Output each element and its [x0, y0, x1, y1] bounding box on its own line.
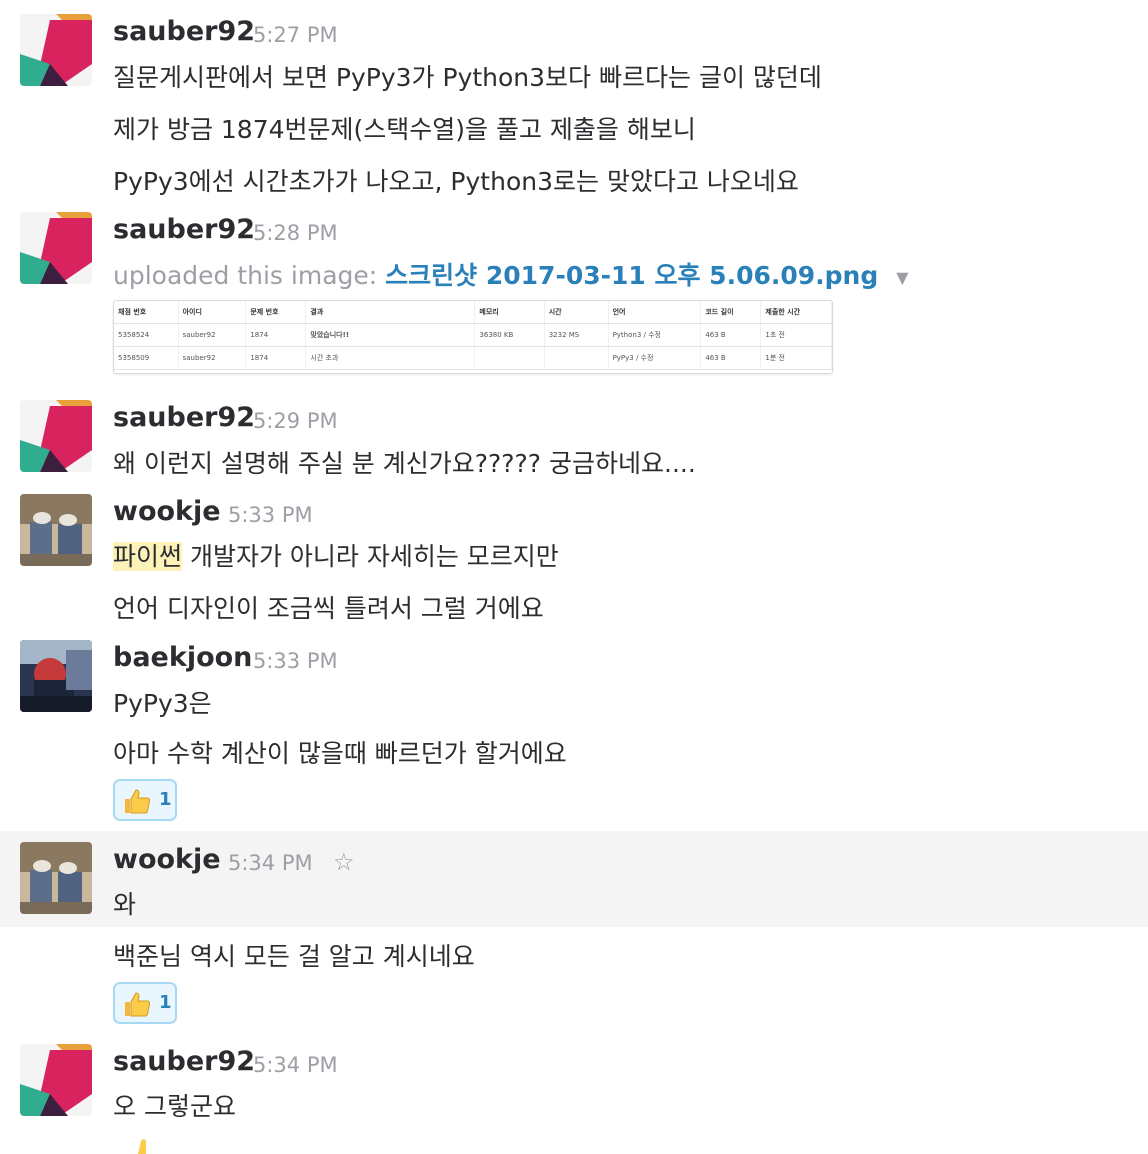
timestamp[interactable]: 5:34 PM — [253, 1053, 338, 1077]
avatar-sauber92[interactable] — [20, 1044, 92, 1116]
message-7: sauber92 5:34 PM 오 그렇군요 — [0, 0, 1148, 1154]
author-name[interactable]: sauber92 — [113, 1046, 255, 1077]
thumbs-up-icon-partial — [138, 1139, 146, 1154]
message-text: 오 그렇군요 — [113, 1092, 236, 1121]
